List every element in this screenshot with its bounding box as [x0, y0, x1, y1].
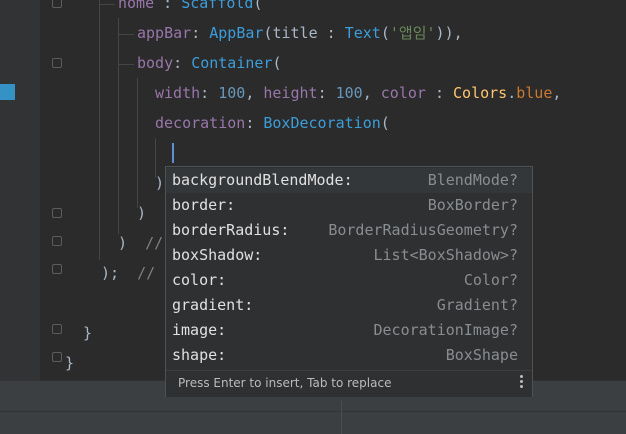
code-token: Text [344, 24, 381, 42]
autocomplete-item[interactable]: color: Color? [166, 268, 532, 293]
code-token: : [173, 54, 192, 72]
item-name: image: [172, 321, 227, 339]
item-type: Gradient? [436, 296, 518, 314]
autocomplete-footer: Press Enter to insert, Tab to replace [166, 370, 532, 397]
item-type: BoxShape [445, 346, 518, 364]
item-name: border: [172, 196, 236, 214]
code-token: Container [191, 54, 273, 72]
item-name: borderRadius: [172, 221, 290, 239]
autocomplete-item[interactable]: borderRadius: BorderRadiusGeometry? [166, 218, 532, 243]
code-token: ( [380, 114, 390, 132]
code-token: : [191, 24, 210, 42]
autocomplete-popup[interactable]: backgroundBlendMode: BlendMode? border: Bo… [165, 166, 533, 397]
code-token: decoration [155, 114, 246, 132]
code-token: )), [435, 24, 463, 42]
divider [341, 401, 342, 434]
code-token: (title : [263, 24, 345, 42]
code-comment: // [145, 234, 164, 252]
code-line[interactable]: home : Scaffold( [118, 0, 263, 18]
fold-icon[interactable] [52, 58, 62, 68]
autocomplete-item[interactable]: shape: BoxShape [166, 343, 532, 368]
code-token: body [137, 54, 174, 72]
code-token: Colors [453, 84, 508, 102]
autocomplete-item[interactable]: boxShadow: List<BoxShadow>? [166, 243, 532, 268]
code-token: appBar [137, 24, 192, 42]
autocomplete-item[interactable]: backgroundBlendMode: BlendMode? [166, 168, 532, 193]
item-name: boxShadow: [172, 246, 263, 264]
indent-guide [118, 64, 134, 65]
fold-icon[interactable] [52, 0, 62, 8]
autocomplete-hint: Press Enter to insert, Tab to replace [178, 376, 392, 390]
code-token: BoxDecoration [263, 114, 381, 132]
divider [0, 411, 626, 412]
code-token: color [380, 84, 426, 102]
autocomplete-item[interactable]: gradient: Gradient? [166, 293, 532, 318]
editor-gutter[interactable] [0, 0, 40, 380]
code-line[interactable]: ); // [101, 258, 155, 288]
indent-guide [118, 34, 134, 35]
code-token: : [200, 84, 219, 102]
item-type: BoxBorder? [427, 196, 518, 214]
more-options-icon[interactable] [518, 375, 524, 393]
code-line[interactable]: decoration: BoxDecoration( [155, 108, 390, 138]
code-token: ( [272, 54, 282, 72]
item-type: DecorationImage? [373, 321, 519, 339]
autocomplete-item[interactable]: image: DecorationImage? [166, 318, 532, 343]
code-comment: // [137, 264, 156, 282]
code-token: Scaffold [181, 0, 254, 12]
code-token: : [317, 84, 336, 102]
code-token: ); [101, 264, 120, 282]
code-line[interactable]: body: Container( [137, 48, 282, 78]
item-type: BorderRadiusGeometry? [328, 221, 518, 239]
code-token: ) [118, 234, 128, 252]
code-token: } [83, 324, 93, 342]
fold-icon[interactable] [52, 264, 62, 274]
indent-guide [99, 4, 115, 5]
fold-icon[interactable] [52, 352, 62, 362]
indent-guide [137, 78, 138, 208]
code-token: , [362, 84, 381, 102]
item-name: color: [172, 271, 227, 289]
code-line[interactable]: width: 100, height: 100, color : Colors.… [155, 78, 561, 108]
text-cursor [172, 143, 174, 163]
fold-icon[interactable] [52, 324, 62, 334]
code-token: width [155, 84, 201, 102]
code-token: . [507, 84, 517, 102]
code-token: height [263, 84, 318, 102]
item-type: Color? [463, 271, 518, 289]
line-marker[interactable] [0, 84, 15, 100]
indent-guide [118, 18, 119, 234]
code-token: AppBar [209, 24, 264, 42]
code-token: : [245, 114, 264, 132]
code-line[interactable]: } [83, 318, 92, 348]
code-token: ) [137, 204, 147, 222]
item-name: backgroundBlendMode: [172, 171, 353, 189]
code-line[interactable]: ) // [118, 228, 163, 258]
code-token: 100 [218, 84, 246, 102]
item-type: BlendMode? [427, 171, 518, 189]
code-line[interactable]: } [65, 348, 74, 378]
fold-icon[interactable] [52, 236, 62, 246]
code-token: : [154, 0, 182, 12]
code-token: , [552, 84, 562, 102]
code-token: } [65, 354, 75, 372]
code-token: blue [516, 84, 553, 102]
code-token: : [425, 84, 454, 102]
item-type: List<BoxShadow>? [373, 246, 519, 264]
code-token: ( [253, 0, 263, 12]
item-name: shape: [172, 346, 227, 364]
code-token: ) [155, 174, 165, 192]
code-token: home [118, 0, 155, 12]
indent-guide [99, 0, 100, 260]
code-line[interactable]: ) [155, 168, 164, 198]
code-token: ( [380, 24, 390, 42]
fold-icon[interactable] [52, 208, 62, 218]
code-line[interactable]: ) [137, 198, 146, 228]
item-name: gradient: [172, 296, 254, 314]
code-line[interactable]: appBar: AppBar(title : Text('앱임')), [137, 18, 463, 48]
code-token: , [245, 84, 264, 102]
code-token: 100 [335, 84, 363, 102]
autocomplete-item[interactable]: border: BoxBorder? [166, 193, 532, 218]
code-token: '앱임' [389, 24, 436, 42]
